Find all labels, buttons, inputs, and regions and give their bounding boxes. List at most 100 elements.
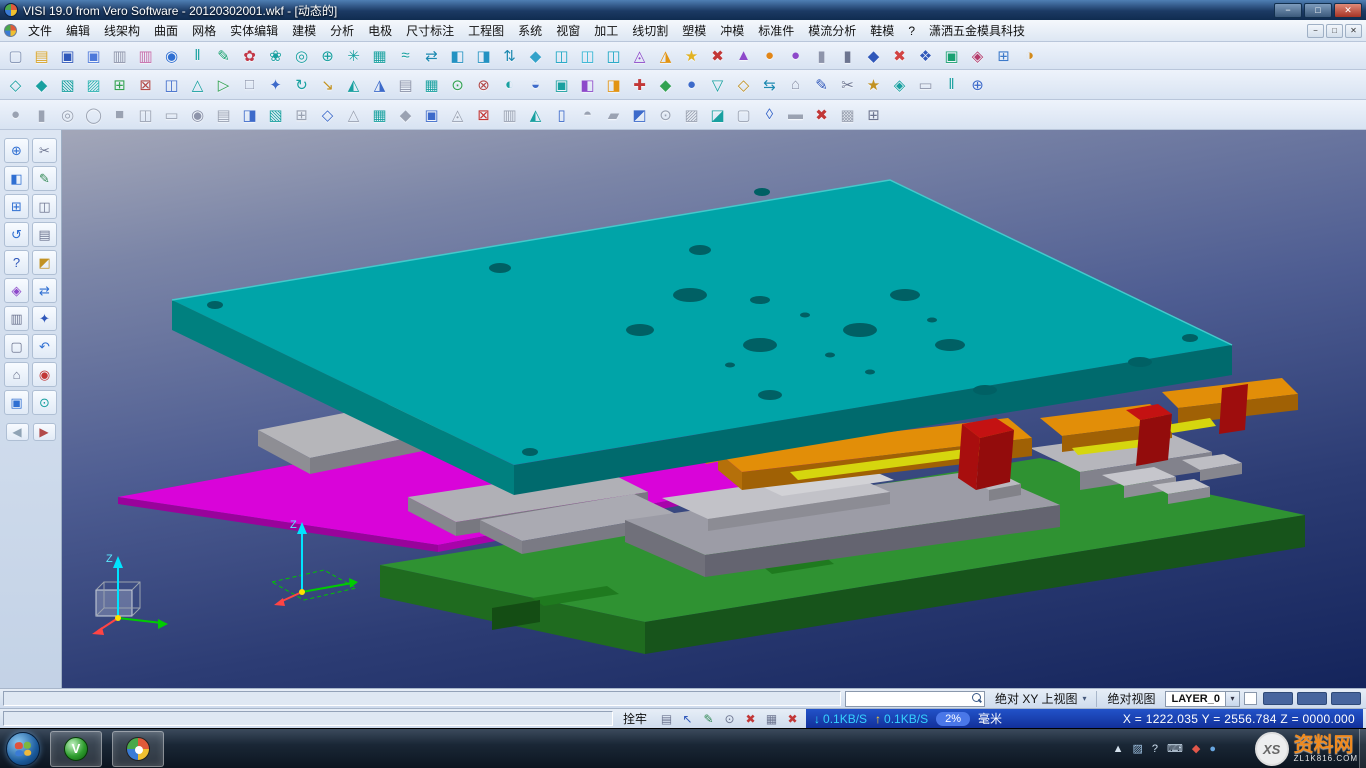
menu-item[interactable]: 线架构 — [97, 20, 147, 41]
mdi-window-button[interactable]: □ — [1326, 24, 1343, 38]
menu-item[interactable]: 加工 — [587, 20, 625, 41]
toolbar-icon[interactable]: ◑ — [1018, 44, 1041, 67]
sidebar-tool-icon[interactable]: ◧ — [4, 166, 29, 191]
sidebar-tool-icon[interactable]: ◩ — [32, 250, 57, 275]
toolbar-icon[interactable]: ▩ — [836, 103, 859, 126]
toolbar-icon[interactable]: ▣ — [940, 44, 963, 67]
toolbar-icon[interactable]: ▷ — [212, 73, 235, 96]
toolbar-icon[interactable]: ▬ — [784, 103, 807, 126]
toolbar-icon[interactable]: ◮ — [368, 73, 391, 96]
toolbar-icon[interactable]: ❀ — [264, 44, 287, 67]
toolbar-icon[interactable]: ✳ — [342, 44, 365, 67]
status-toggle-icon[interactable]: ▦ — [762, 710, 781, 727]
toolbar-icon[interactable]: ◆ — [654, 73, 677, 96]
sidebar-tool-icon[interactable]: ⇄ — [32, 278, 57, 303]
toolbar-icon[interactable]: ≈ — [394, 44, 417, 67]
sidebar-tool-icon[interactable]: ↶ — [32, 334, 57, 359]
toolbar-icon[interactable]: ⇄ — [420, 44, 443, 67]
toolbar-icon[interactable]: ✎ — [810, 73, 833, 96]
menu-item[interactable]: 塑模 — [675, 20, 713, 41]
toolbar-icon[interactable]: ‖ — [186, 44, 209, 67]
toolbar-icon[interactable]: ◈ — [888, 73, 911, 96]
toolbar-icon[interactable]: ◨ — [472, 44, 495, 67]
toolbar-icon[interactable]: ◓ — [576, 103, 599, 126]
toolbar-icon[interactable]: ▢ — [732, 103, 755, 126]
sidebar-tool-icon[interactable]: ? — [4, 250, 29, 275]
toolbar-icon[interactable]: ✚ — [628, 73, 651, 96]
menu-item[interactable]: 冲模 — [713, 20, 751, 41]
toolbar-icon[interactable]: ▭ — [914, 73, 937, 96]
menu-item[interactable]: 建模 — [285, 20, 323, 41]
view-selector[interactable]: 绝对视图 — [1101, 690, 1161, 708]
search-icon[interactable] — [969, 691, 984, 706]
toolbar-icon[interactable]: ◫ — [576, 44, 599, 67]
sidebar-tool-icon[interactable]: ⊕ — [4, 138, 29, 163]
toolbar-icon[interactable]: ◫ — [134, 103, 157, 126]
toolbar-icon[interactable]: ⊞ — [290, 103, 313, 126]
toolbar-icon[interactable]: ◬ — [628, 44, 651, 67]
sidebar-nav-arrow-icon[interactable]: ▶ — [33, 423, 56, 441]
sidebar-tool-icon[interactable]: ▢ — [4, 334, 29, 359]
toolbar-icon[interactable]: ▦ — [368, 44, 391, 67]
toolbar-icon[interactable]: ◪ — [706, 103, 729, 126]
toolbar-icon[interactable]: ◊ — [758, 103, 781, 126]
toolbar-icon[interactable]: ▣ — [56, 44, 79, 67]
toolbar-icon[interactable]: ✂ — [836, 73, 859, 96]
toolbar-icon[interactable]: ✖ — [888, 44, 911, 67]
sidebar-tool-icon[interactable]: ⌂ — [4, 362, 29, 387]
toolbar-icon[interactable]: ▮ — [30, 103, 53, 126]
toolbar-icon[interactable]: ◆ — [862, 44, 885, 67]
menu-item[interactable]: 鞋模 — [863, 20, 901, 41]
menu-item[interactable]: 文件 — [21, 20, 59, 41]
menu-item[interactable]: 标准件 — [751, 20, 801, 41]
layer-combo[interactable]: LAYER_0 ▾ — [1165, 691, 1240, 707]
toolbar-icon[interactable]: ▤ — [394, 73, 417, 96]
sidebar-tool-icon[interactable]: ✂ — [32, 138, 57, 163]
sidebar-tool-icon[interactable]: ⊙ — [32, 390, 57, 415]
sidebar-tool-icon[interactable]: ⊞ — [4, 194, 29, 219]
toolbar-icon[interactable]: ▢ — [4, 44, 27, 67]
menu-item[interactable]: 电极 — [361, 20, 399, 41]
status-toggle-icon[interactable]: ↖ — [678, 710, 697, 727]
toolbar-icon[interactable]: ↘ — [316, 73, 339, 96]
sidebar-tool-icon[interactable]: ▣ — [4, 390, 29, 415]
toolbar-icon[interactable]: ◧ — [446, 44, 469, 67]
toolbar-icon[interactable]: ▮ — [836, 44, 859, 67]
workplane-selector[interactable]: 绝对 XY 上视图 ▾ — [989, 690, 1092, 708]
toolbar-icon[interactable]: ⊞ — [862, 103, 885, 126]
menu-item[interactable]: 分析 — [323, 20, 361, 41]
toolbar-icon[interactable]: ▥ — [498, 103, 521, 126]
toolbar-icon[interactable]: ⇆ — [758, 73, 781, 96]
tray-icon[interactable]: ▲ — [1113, 743, 1124, 755]
toolbar-icon[interactable]: ◉ — [186, 103, 209, 126]
sidebar-tool-icon[interactable]: ↺ — [4, 222, 29, 247]
start-button[interactable] — [6, 732, 40, 766]
toolbar-icon[interactable]: ■ — [108, 103, 131, 126]
toolbar-icon[interactable]: ⊠ — [472, 103, 495, 126]
toolbar-icon[interactable]: ✦ — [264, 73, 287, 96]
menu-item[interactable]: 潇洒五金模具科技 — [922, 20, 1032, 41]
toolbar-icon[interactable]: ▯ — [550, 103, 573, 126]
status-toggle-icon[interactable]: ✎ — [699, 710, 718, 727]
toolbar-icon[interactable]: ▦ — [368, 103, 391, 126]
toolbar-icon[interactable]: ◐ — [498, 73, 521, 96]
toolbar-icon[interactable]: ◨ — [238, 103, 261, 126]
toolbar-icon[interactable]: ⊙ — [654, 103, 677, 126]
toolbar-icon[interactable]: ⊞ — [992, 44, 1015, 67]
toolbar-icon[interactable]: ▦ — [420, 73, 443, 96]
toolbar-icon[interactable]: ⊠ — [134, 73, 157, 96]
toolbar-icon[interactable]: ▤ — [212, 103, 235, 126]
taskbar-visi-button[interactable]: V — [50, 731, 102, 767]
color-swatch[interactable] — [1331, 692, 1361, 705]
toolbar-icon[interactable]: ▮ — [810, 44, 833, 67]
toolbar-icon[interactable]: ◧ — [576, 73, 599, 96]
toolbar-icon[interactable]: ★ — [680, 44, 703, 67]
tray-icon[interactable]: ▨ — [1132, 742, 1142, 755]
tray-icon[interactable]: ◆ — [1192, 742, 1200, 755]
toolbar-icon[interactable]: ✖ — [706, 44, 729, 67]
close-button[interactable]: ✕ — [1334, 3, 1362, 18]
toolbar-icon[interactable]: ⊕ — [316, 44, 339, 67]
toolbar-icon[interactable]: ▭ — [160, 103, 183, 126]
chevron-down-icon[interactable]: ▾ — [1225, 692, 1239, 706]
toolbar-icon[interactable]: ● — [758, 44, 781, 67]
